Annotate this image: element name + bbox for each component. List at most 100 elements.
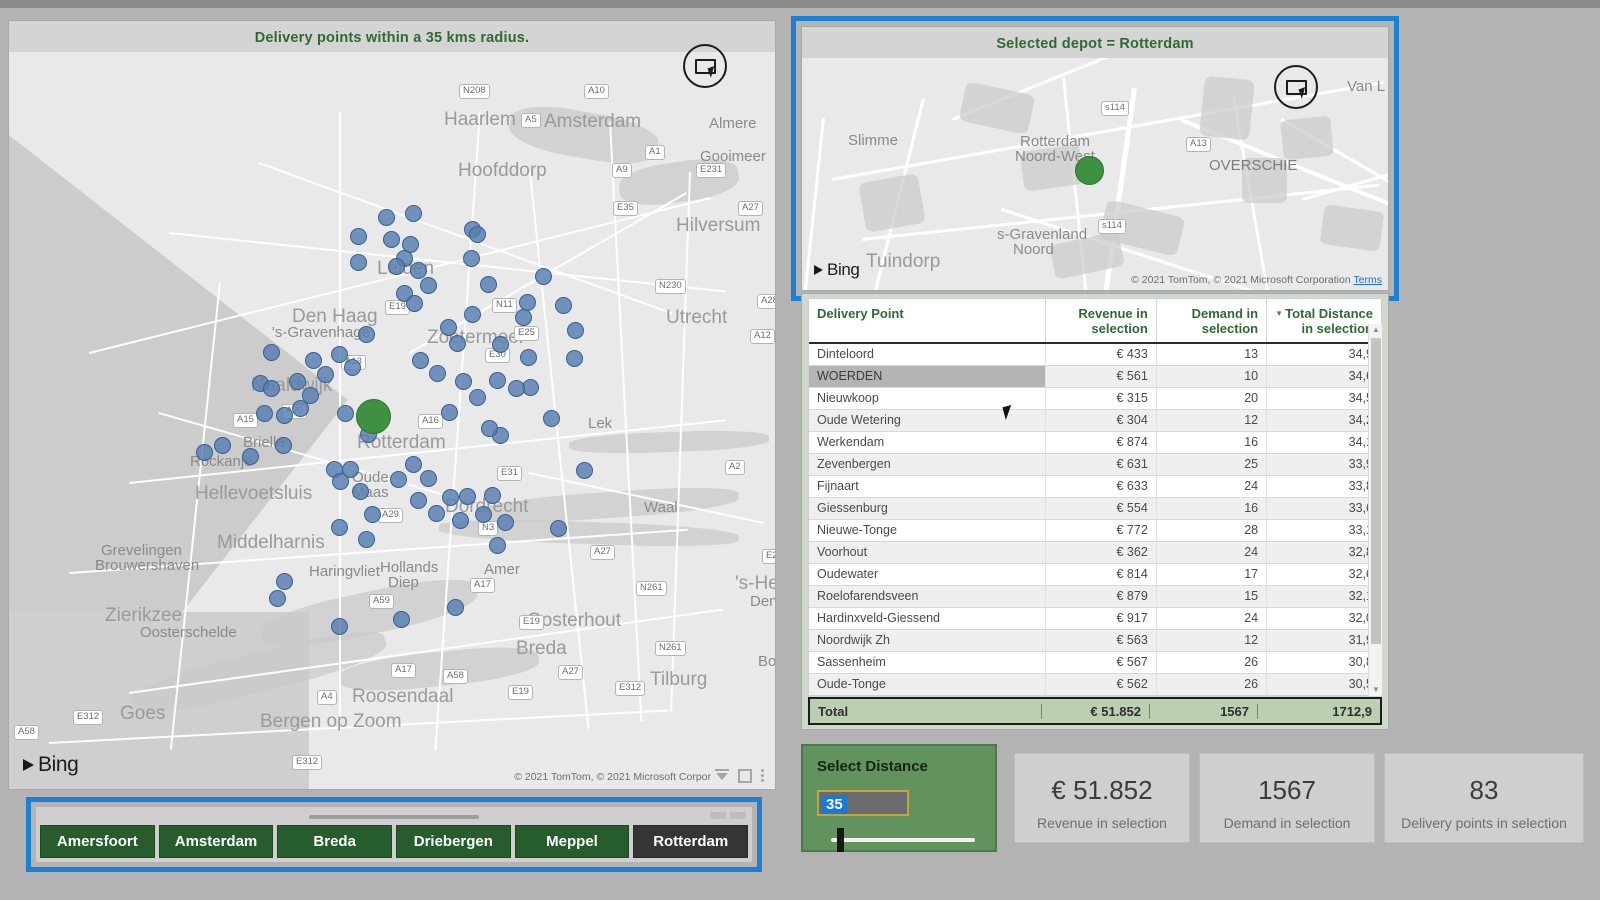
table-row[interactable]: Voorhout € 362 24 32,8 bbox=[809, 541, 1381, 564]
column-header-total-distance[interactable]: ▼ Total Distance in selection bbox=[1266, 299, 1381, 344]
table-body[interactable]: Dinteloord € 433 13 34,9 WOERDEN € 561 10 34,6 N… bbox=[809, 343, 1381, 695]
delivery-point-marker[interactable] bbox=[497, 514, 514, 531]
delivery-point-marker[interactable] bbox=[429, 365, 446, 382]
delivery-point-marker[interactable] bbox=[410, 262, 427, 279]
delivery-point-marker[interactable] bbox=[441, 404, 458, 421]
left-map-visual-icons[interactable] bbox=[715, 769, 765, 783]
delivery-point-marker[interactable] bbox=[406, 295, 423, 312]
kpi-card-demand[interactable]: 1567 Demand in selection bbox=[1199, 753, 1375, 843]
delivery-point-marker[interactable] bbox=[350, 228, 367, 245]
delivery-point-marker[interactable] bbox=[344, 359, 361, 376]
delivery-point-marker[interactable] bbox=[428, 505, 445, 522]
table-row[interactable]: Fijnaart € 633 24 33,8 bbox=[809, 475, 1381, 498]
scroll-down-arrow[interactable]: ▼ bbox=[1369, 684, 1383, 696]
delivery-point-marker[interactable] bbox=[214, 437, 231, 454]
delivery-point-marker[interactable] bbox=[550, 520, 567, 537]
scrollbar-thumb[interactable] bbox=[309, 815, 479, 819]
delivery-point-marker[interactable] bbox=[489, 537, 506, 554]
focus-mode-icon[interactable] bbox=[683, 44, 727, 88]
table-row[interactable]: Dinteloord € 433 13 34,9 bbox=[809, 343, 1381, 366]
delivery-point-marker[interactable] bbox=[256, 405, 273, 422]
delivery-point-marker[interactable] bbox=[469, 226, 486, 243]
table-row[interactable]: Noordwijk Zh € 563 12 31,9 bbox=[809, 629, 1381, 652]
scrollbar-thumb[interactable] bbox=[1371, 338, 1381, 644]
focus-mode-icon[interactable] bbox=[1274, 65, 1318, 109]
delivery-point-marker[interactable] bbox=[276, 407, 293, 424]
delivery-point-marker[interactable] bbox=[393, 611, 410, 628]
delivery-point-marker[interactable] bbox=[410, 492, 427, 509]
left-map-canvas[interactable]: Haarlem Amsterdam Almere Hoofddorp Gooimeer H… bbox=[9, 52, 775, 789]
filter-icon[interactable] bbox=[715, 769, 729, 783]
depot-tile-meppel[interactable]: Meppel bbox=[514, 825, 630, 858]
depot-slicer-visual[interactable]: Amersfoort Amsterdam Breda Driebergen Meppel… bbox=[36, 807, 752, 862]
delivery-point-marker[interactable] bbox=[364, 506, 381, 523]
terms-link[interactable]: Terms bbox=[1353, 274, 1382, 286]
table-row[interactable]: Werkendam € 874 16 34,1 bbox=[809, 431, 1381, 454]
depot-tile-rotterdam[interactable]: Rotterdam bbox=[633, 825, 749, 858]
delivery-point-marker[interactable] bbox=[292, 400, 309, 417]
delivery-point-marker[interactable] bbox=[331, 346, 348, 363]
column-header-revenue[interactable]: Revenue in selection bbox=[1045, 299, 1157, 344]
focus-icon[interactable] bbox=[710, 812, 726, 819]
delivery-point-marker[interactable] bbox=[508, 380, 525, 397]
delivery-point-marker[interactable] bbox=[390, 471, 407, 488]
delivery-point-marker[interactable] bbox=[337, 405, 354, 422]
delivery-point-marker[interactable] bbox=[440, 319, 457, 336]
depot-tile-list[interactable]: Amersfoort Amsterdam Breda Driebergen Meppel… bbox=[40, 825, 749, 858]
table-scrollbar[interactable]: ▲ ▼ bbox=[1368, 324, 1382, 696]
table-row[interactable]: Oudewater € 814 17 32,6 bbox=[809, 563, 1381, 586]
delivery-point-marker[interactable] bbox=[576, 462, 593, 479]
delivery-point-marker[interactable] bbox=[378, 209, 395, 226]
delivery-point-marker[interactable] bbox=[276, 573, 293, 590]
slicer-header-icons[interactable] bbox=[710, 812, 746, 819]
delivery-point-marker[interactable] bbox=[332, 473, 349, 490]
delivery-point-marker[interactable] bbox=[350, 254, 367, 271]
delivery-point-marker[interactable] bbox=[567, 322, 584, 339]
kpi-card-delivery-points[interactable]: 83 Delivery points in selection bbox=[1384, 753, 1584, 843]
delivery-point-marker[interactable] bbox=[352, 483, 369, 500]
delivery-point-marker[interactable] bbox=[405, 205, 422, 222]
right-map-visual[interactable]: Selected depot = Rotterdam Rotterdam Noor… bbox=[801, 26, 1389, 291]
delivery-point-marker[interactable] bbox=[492, 336, 509, 353]
delivery-point-marker[interactable] bbox=[464, 306, 481, 323]
table-row[interactable]: Nieuwe-Tonge € 772 28 33,1 bbox=[809, 519, 1381, 542]
distance-input[interactable]: 35 bbox=[817, 790, 909, 816]
delivery-point-marker[interactable] bbox=[263, 380, 280, 397]
delivery-point-marker[interactable] bbox=[515, 309, 532, 326]
depot-tile-amersfoort[interactable]: Amersfoort bbox=[40, 825, 155, 858]
kpi-card-revenue[interactable]: € 51.852 Revenue in selection bbox=[1014, 753, 1190, 843]
column-header-demand[interactable]: Demand in selection bbox=[1155, 299, 1267, 344]
delivery-point-marker[interactable] bbox=[566, 350, 583, 367]
depot-slicer-scrollbar[interactable] bbox=[40, 811, 748, 822]
delivery-point-marker[interactable] bbox=[196, 444, 213, 461]
table-row[interactable]: Giessenburg € 554 16 33,6 bbox=[809, 497, 1381, 520]
delivery-point-marker[interactable] bbox=[480, 276, 497, 293]
delivery-points-table-visual[interactable]: Delivery Point Revenue in selection Dema… bbox=[801, 293, 1389, 730]
delivery-point-marker[interactable] bbox=[535, 268, 552, 285]
delivery-point-marker[interactable] bbox=[412, 352, 429, 369]
delivery-points-table[interactable]: Delivery Point Revenue in selection Dema… bbox=[809, 299, 1381, 695]
delivery-point-marker[interactable] bbox=[405, 456, 422, 473]
table-row[interactable]: Zevenbergen € 631 25 33,9 bbox=[809, 453, 1381, 476]
distance-slider-track[interactable] bbox=[831, 838, 975, 842]
delivery-point-marker[interactable] bbox=[555, 297, 572, 314]
depot-tile-amsterdam[interactable]: Amsterdam bbox=[158, 825, 274, 858]
delivery-point-marker[interactable] bbox=[447, 599, 464, 616]
delivery-point-marker[interactable] bbox=[420, 470, 437, 487]
delivery-point-marker[interactable] bbox=[484, 487, 501, 504]
delivery-point-marker[interactable] bbox=[263, 344, 280, 361]
distance-slicer-visual[interactable]: Select Distance 35 bbox=[801, 744, 997, 852]
scroll-up-arrow[interactable]: ▲ bbox=[1369, 324, 1383, 336]
delivery-point-marker[interactable] bbox=[455, 373, 472, 390]
distance-slider-handle[interactable] bbox=[837, 828, 844, 852]
depot-tile-driebergen[interactable]: Driebergen bbox=[396, 825, 511, 858]
left-map-visual[interactable]: Delivery points within a 35 kms radius. … bbox=[8, 20, 776, 790]
delivery-point-marker[interactable] bbox=[469, 389, 486, 406]
delivery-point-marker[interactable] bbox=[242, 448, 259, 465]
delivery-point-marker[interactable] bbox=[463, 250, 480, 267]
delivery-point-marker[interactable] bbox=[420, 277, 437, 294]
table-row[interactable]: Hardinxveld-Giessend € 917 24 32,0 bbox=[809, 607, 1381, 630]
delivery-point-marker[interactable] bbox=[459, 488, 476, 505]
depot-marker[interactable] bbox=[1075, 156, 1104, 185]
delivery-point-marker[interactable] bbox=[317, 366, 334, 383]
